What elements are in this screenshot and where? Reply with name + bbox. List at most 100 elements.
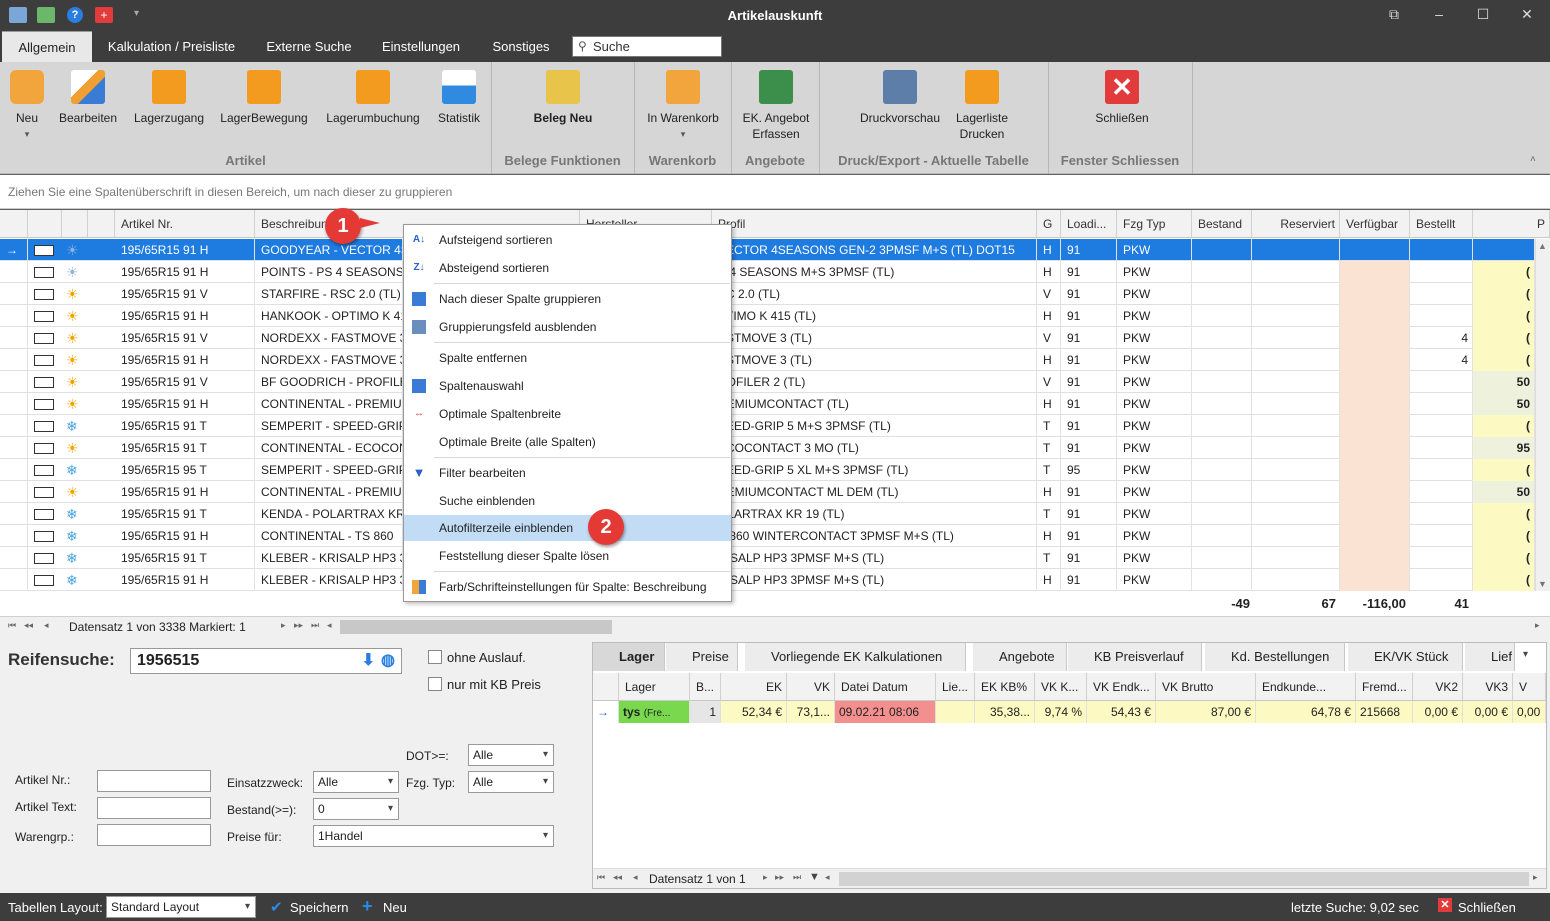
cell-bestellt[interactable] — [1410, 415, 1473, 437]
tab-ek-vk-stueck[interactable]: EK/VK Stück — [1348, 643, 1463, 671]
cell-desc[interactable]: CONTINENTAL - TS 860 — [255, 525, 403, 547]
cell-bestand[interactable] — [1192, 305, 1252, 327]
cell-g[interactable]: H — [1037, 261, 1061, 283]
cell-desc[interactable]: GOODYEAR - VECTOR 4S — [255, 239, 403, 261]
cell-li[interactable]: 91 — [1061, 261, 1117, 283]
cell-profil[interactable]: ECOCONTACT 3 MO (TL) — [712, 437, 1037, 459]
cell-bestand[interactable] — [1192, 371, 1252, 393]
tab-ek-kalkulationen[interactable]: Vorliegende EK Kalkulationen — [745, 643, 966, 671]
globe-icon[interactable]: ◍ — [381, 649, 395, 673]
cell-profil[interactable]: REMIUMCONTACT (TL) — [712, 393, 1037, 415]
cell-g[interactable]: H — [1037, 525, 1061, 547]
cell-g[interactable]: T — [1037, 547, 1061, 569]
row-checkbox[interactable] — [34, 355, 54, 366]
scroll-down-icon[interactable]: ▼ — [1538, 579, 1547, 589]
cell-profil[interactable]: RISALP HP3 3PMSF M+S (TL) — [712, 569, 1037, 591]
cell-p[interactable]: ( — [1473, 525, 1535, 547]
nav-prev-icon[interactable]: ◂ — [44, 620, 49, 631]
cell-reserviert[interactable] — [1252, 393, 1340, 415]
cell-bestellt[interactable] — [1410, 459, 1473, 481]
table-row[interactable]: 195/65R15 91 T KENDA - POLARTRAX KR OLARTR… — [0, 503, 1535, 525]
cell-bestellt[interactable] — [1410, 239, 1473, 261]
cell-verfuegbar[interactable] — [1340, 437, 1410, 459]
cell-desc[interactable]: KLEBER - KRISALP HP3 3 — [255, 547, 403, 569]
lager-header-datum[interactable]: Datei Datum — [835, 673, 936, 701]
cell-typ[interactable]: PKW — [1117, 481, 1192, 503]
cell-reserviert[interactable] — [1252, 525, 1340, 547]
cell-typ[interactable]: PKW — [1117, 569, 1192, 591]
druckvorschau-button[interactable]: Druckvorschau — [855, 70, 945, 126]
cell-p[interactable]: ( — [1473, 415, 1535, 437]
cell-profil[interactable]: VECTOR 4SEASONS GEN-2 3PMSF M+S (TL) DOT… — [712, 239, 1037, 261]
cell-li[interactable]: 95 — [1061, 459, 1117, 481]
nav-next-icon[interactable]: ▸ — [763, 872, 768, 883]
tab-allgemein[interactable]: Allgemein — [2, 31, 92, 62]
cell-desc[interactable]: POINTS - PS 4 SEASONS — [255, 261, 403, 283]
cell-li[interactable]: 91 — [1061, 239, 1117, 261]
menu-item-best-fit[interactable]: ↔ Optimale Spaltenbreite — [404, 401, 731, 427]
lager-header-vkendk[interactable]: VK Endk... — [1087, 673, 1156, 701]
group-by-panel[interactable]: Ziehen Sie eine Spaltenüberschrift in di… — [0, 175, 1550, 209]
cell-p[interactable]: 95 — [1473, 437, 1535, 459]
cell-profil[interactable]: OLARTRAX KR 19 (TL) — [712, 503, 1037, 525]
cell-desc[interactable]: NORDEXX - FASTMOVE 3 — [255, 349, 403, 371]
cell-desc[interactable]: STARFIRE - RSC 2.0 (TL) — [255, 283, 403, 305]
cell-g[interactable]: V — [1037, 371, 1061, 393]
lager-header-vkbrutto[interactable]: VK Brutto — [1156, 673, 1256, 701]
cell-desc[interactable]: BF GOODRICH - PROFILE — [255, 371, 403, 393]
cell-reserviert[interactable] — [1252, 503, 1340, 525]
cell-g[interactable]: H — [1037, 393, 1061, 415]
lager-header-vk[interactable]: VK — [787, 673, 835, 701]
cell-reserviert[interactable] — [1252, 569, 1340, 591]
cell-indicator[interactable] — [0, 503, 28, 525]
artikel-text-input[interactable] — [97, 797, 211, 819]
plus-icon[interactable]: + — [362, 896, 373, 917]
cell-p[interactable]: 50 — [1473, 481, 1535, 503]
menu-item-hide-group-panel[interactable]: Gruppierungsfeld ausblenden — [404, 314, 731, 340]
cell-bestand[interactable] — [1192, 437, 1252, 459]
cell-typ[interactable]: PKW — [1117, 305, 1192, 327]
lager-header-lie[interactable]: Lie... — [936, 673, 975, 701]
lager-cell-vkbrutto[interactable]: 87,00 € — [1156, 701, 1256, 723]
column-header-p[interactable]: P — [1473, 210, 1550, 238]
cell-nr[interactable]: 195/65R15 91 T — [115, 415, 255, 437]
lager-cell-v[interactable]: 0,00 — [1513, 701, 1546, 723]
search-down-icon[interactable]: ⬇ — [362, 649, 375, 673]
column-header-bestand[interactable]: Bestand — [1192, 210, 1252, 238]
cell-bestand[interactable] — [1192, 569, 1252, 591]
cell-nr[interactable]: 195/65R15 91 H — [115, 305, 255, 327]
lager-cell-fremd[interactable]: 215668 — [1356, 701, 1413, 723]
row-checkbox[interactable] — [34, 443, 54, 454]
lager-cell-b[interactable]: 1 — [690, 701, 721, 723]
cell-li[interactable]: 91 — [1061, 393, 1117, 415]
cell-li[interactable]: 91 — [1061, 569, 1117, 591]
table-row[interactable]: 195/65R15 91 T KLEBER - KRISALP HP3 3 RISA… — [0, 547, 1535, 569]
cell-p[interactable]: ( — [1473, 547, 1535, 569]
cell-p[interactable]: ( — [1473, 459, 1535, 481]
schliessen-button[interactable]: ✕ Schließen — [1090, 70, 1154, 126]
cell-profil[interactable]: RISALP HP3 3PMSF M+S (TL) — [712, 547, 1037, 569]
preise-select[interactable]: 1Handel — [313, 825, 554, 847]
nav-first-icon[interactable]: ⏮ — [8, 620, 16, 631]
menu-item-sort-descending[interactable]: Z↓ Absteigend sortieren — [404, 255, 731, 281]
lager-cell-vkendk[interactable]: 54,43 € — [1087, 701, 1156, 723]
table-row[interactable]: 195/65R15 91 H NORDEXX - FASTMOVE 3 ASTMOV… — [0, 349, 1535, 371]
lager-cell-lager[interactable]: tys (Fre... — [619, 701, 690, 723]
row-checkbox[interactable] — [34, 487, 54, 498]
menu-item-group-by-column[interactable]: Nach dieser Spalte gruppieren — [404, 286, 731, 312]
cell-profil[interactable]: PEED-GRIP 5 M+S 3PMSF (TL) — [712, 415, 1037, 437]
cell-p[interactable]: ( — [1473, 569, 1535, 591]
cell-p[interactable]: ( — [1473, 327, 1535, 349]
cell-indicator[interactable] — [0, 305, 28, 327]
bestand-select[interactable]: 0 — [313, 798, 399, 820]
cell-nr[interactable]: 195/65R15 91 H — [115, 239, 255, 261]
cell-desc[interactable]: SEMPERIT - SPEED-GRIP — [255, 415, 403, 437]
row-checkbox[interactable] — [34, 377, 54, 388]
column-header-loadindex[interactable]: Loadi... — [1061, 210, 1117, 238]
cell-nr[interactable]: 195/65R15 91 H — [115, 481, 255, 503]
hscroll-right-icon[interactable]: ▸ — [1533, 872, 1538, 883]
cell-verfuegbar[interactable] — [1340, 569, 1410, 591]
cell-verfuegbar[interactable] — [1340, 481, 1410, 503]
cell-typ[interactable]: PKW — [1117, 437, 1192, 459]
cell-p[interactable]: ( — [1473, 305, 1535, 327]
